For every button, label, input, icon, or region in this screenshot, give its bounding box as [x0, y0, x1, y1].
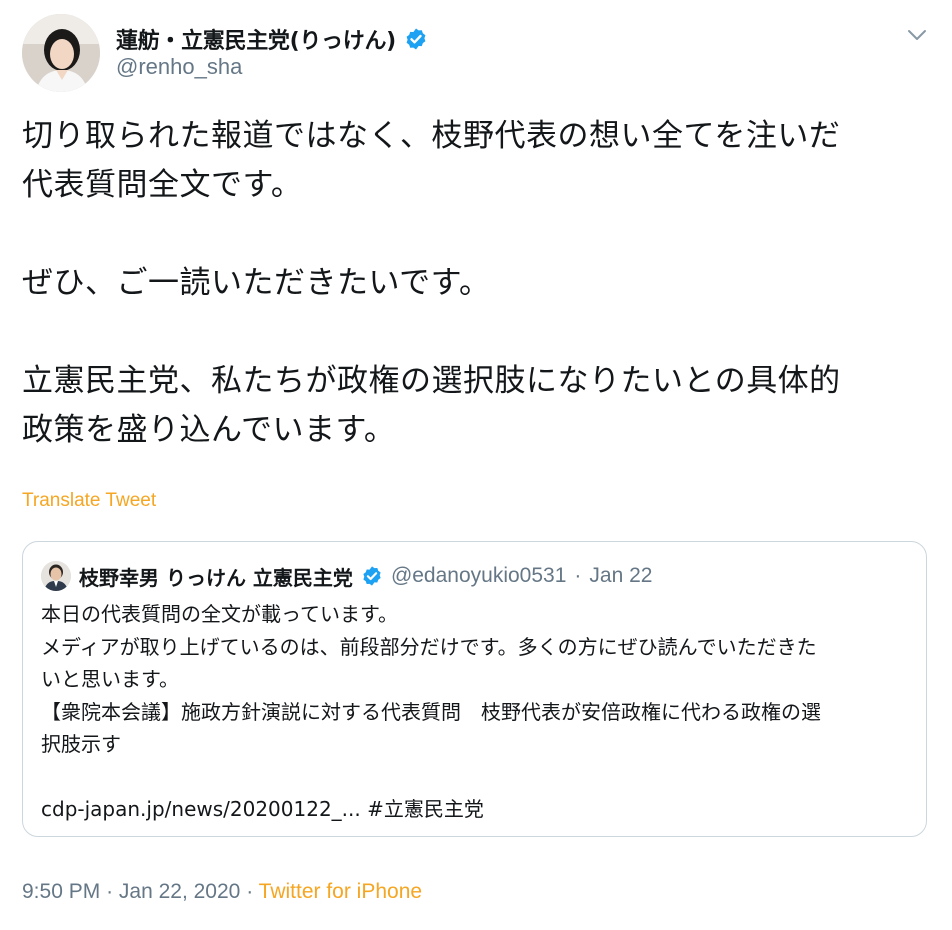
tweet-meta: 9:50 PM · Jan 22, 2020 · Twitter for iPh… — [22, 880, 422, 904]
quoted-author-display-name: 枝野幸男 りっけん 立憲民主党 — [79, 565, 353, 590]
tweet-text: 切り取られた報道ではなく、枝野代表の想い全てを注いだ 代表質問全文です。 ぜひ、… — [22, 118, 841, 448]
quoted-tweet-text: 本日の代表質問の全文が載っています。 メディアが取り上げているのは、前段部分だけ… — [41, 602, 821, 821]
tweet-source-link[interactable]: Twitter for iPhone — [259, 880, 422, 903]
tweet-date[interactable]: Jan 22, 2020 — [119, 880, 240, 903]
author-name-row: 蓮舫・立憲民主党(りっけん) — [116, 22, 428, 56]
author-avatar[interactable] — [22, 14, 100, 92]
tweet-time[interactable]: 9:50 PM — [22, 880, 100, 903]
verified-badge-icon — [404, 27, 428, 51]
verified-badge-icon — [361, 565, 383, 587]
author-handle[interactable]: @renho_sha — [116, 54, 242, 80]
quoted-tweet-date: Jan 22 — [589, 564, 653, 587]
translate-tweet-link[interactable]: Translate Tweet — [22, 490, 156, 512]
separator-dot: · — [574, 564, 582, 587]
separator-dot: · — [246, 880, 254, 903]
quoted-tweet-header: 枝野幸男 りっけん 立憲民主党 @edanoyukio0531 · Jan 22 — [41, 560, 652, 592]
chevron-down-icon[interactable] — [904, 24, 930, 46]
quoted-tweet-card[interactable]: 枝野幸男 りっけん 立憲民主党 @edanoyukio0531 · Jan 22… — [22, 541, 927, 837]
quoted-author-avatar — [41, 561, 71, 591]
author-display-name[interactable]: 蓮舫・立憲民主党(りっけん) — [116, 23, 396, 55]
separator-dot: · — [106, 880, 114, 903]
quoted-author-handle: @edanoyukio0531 — [390, 564, 567, 587]
